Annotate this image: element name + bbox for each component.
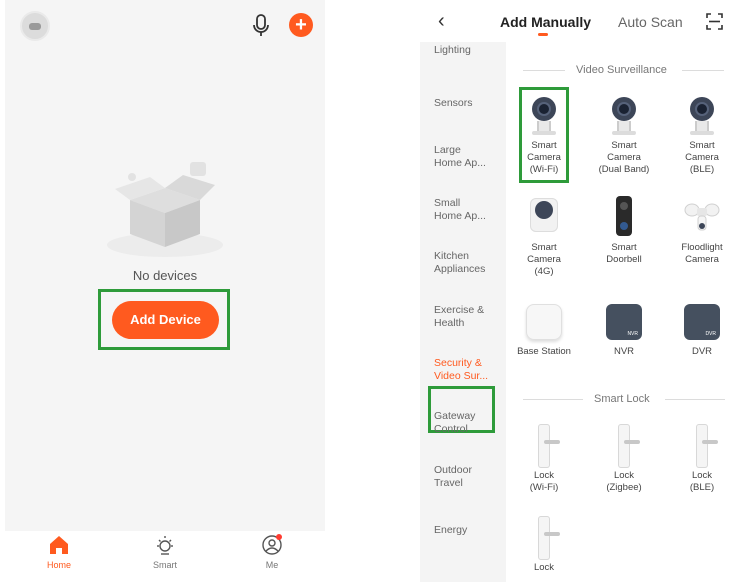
tab-smart[interactable]: Smart <box>135 534 195 570</box>
tab-home-label: Home <box>46 560 71 570</box>
lock-icon <box>602 424 646 468</box>
category-outdoor-travel[interactable]: Outdoor Travel <box>434 464 486 490</box>
divider <box>682 70 724 71</box>
empty-state-text: No devices <box>132 268 198 283</box>
tab-me[interactable]: Me <box>242 534 302 570</box>
home-icon <box>50 536 68 554</box>
category-exercise-health[interactable]: Exercise & Health <box>434 304 492 330</box>
device-label: Lock (Wi-Fi) <box>529 470 559 493</box>
empty-box-illustration <box>107 162 223 257</box>
device-smart-camera-4g[interactable]: Smart Camera (4G) <box>508 196 580 278</box>
active-tab-indicator <box>538 33 548 36</box>
device-lock[interactable]: Lock <box>508 516 580 574</box>
device-base-station[interactable]: Base Station <box>508 300 580 358</box>
dvr-badge: DVR <box>705 331 716 337</box>
tab-me-label: Me <box>265 560 279 570</box>
home-content: + No devices Add Device <box>5 0 325 531</box>
category-lighting[interactable]: Lighting <box>434 44 504 57</box>
category-small-home-appliances[interactable]: Small Home Ap... <box>434 197 490 223</box>
camera-icon <box>602 94 646 138</box>
divider <box>665 399 725 400</box>
sun-icon <box>157 536 173 555</box>
device-lock-ble[interactable]: Lock (BLE) <box>666 424 732 494</box>
divider <box>523 399 583 400</box>
device-label: Lock (Zigbee) <box>606 470 642 493</box>
nvr-icon: NVR <box>602 300 646 344</box>
device-label: DVR <box>691 346 713 357</box>
device-label: Smart Camera (4G) <box>527 242 561 277</box>
device-lock-zigbee[interactable]: Lock (Zigbee) <box>588 424 660 494</box>
device-smart-camera-dual-band[interactable]: Smart Camera (Dual Band) <box>588 94 660 176</box>
device-label: Lock <box>533 562 555 573</box>
device-nvr[interactable]: NVR NVR <box>588 300 660 358</box>
category-gateway-control[interactable]: Gateway Control <box>434 410 486 436</box>
lock-icon <box>522 424 566 468</box>
device-lock-wifi[interactable]: Lock (Wi-Fi) <box>508 424 580 494</box>
profile-icon <box>262 534 282 555</box>
device-label: Smart Camera (BLE) <box>685 140 719 175</box>
device-label: Smart Camera (Dual Band) <box>598 140 650 175</box>
divider <box>523 70 565 71</box>
device-smart-doorbell[interactable]: Smart Doorbell <box>588 196 660 266</box>
lock-icon <box>522 516 566 560</box>
back-icon[interactable]: ‹ <box>438 10 445 33</box>
section-title-video-surveillance: Video Surveillance <box>576 64 667 76</box>
doorbell-icon <box>602 196 646 240</box>
device-dvr[interactable]: DVR DVR <box>666 300 732 358</box>
add-device-button[interactable]: Add Device <box>112 301 219 339</box>
bottom-tab-bar: Home Smart Me <box>5 531 325 582</box>
microphone-icon[interactable] <box>252 14 270 38</box>
base-station-icon <box>522 300 566 344</box>
tab-add-manually[interactable]: Add Manually <box>500 14 591 30</box>
category-security-video[interactable]: Security & Video Sur... <box>434 357 492 383</box>
camera-icon <box>522 94 566 138</box>
device-label: Smart Camera (Wi-Fi) <box>527 140 561 175</box>
device-label: Base Station <box>517 346 571 357</box>
category-energy[interactable]: Energy <box>434 524 504 537</box>
device-floodlight-camera[interactable]: Floodlight Camera <box>666 196 732 266</box>
device-label: Floodlight Camera <box>681 242 723 265</box>
cube-camera-icon <box>522 196 566 240</box>
device-smart-camera-wifi[interactable]: Smart Camera (Wi-Fi) <box>508 94 580 176</box>
device-label: Lock (BLE) <box>689 470 715 493</box>
device-label: Smart Doorbell <box>606 242 642 265</box>
tab-auto-scan[interactable]: Auto Scan <box>618 14 683 30</box>
avatar[interactable] <box>20 11 50 41</box>
nvr-badge: NVR <box>627 331 638 337</box>
category-sensors[interactable]: Sensors <box>434 97 504 110</box>
dvr-icon: DVR <box>680 300 724 344</box>
camera-icon <box>680 94 724 138</box>
device-smart-camera-ble[interactable]: Smart Camera (BLE) <box>666 94 732 176</box>
tab-smart-label: Smart <box>152 560 177 570</box>
category-kitchen-appliances[interactable]: Kitchen Appliances <box>434 250 494 276</box>
add-icon[interactable]: + <box>289 13 313 37</box>
device-label: NVR <box>613 346 635 357</box>
home-screen: + No devices Add Device Home Smart Me <box>5 0 325 582</box>
tab-home[interactable]: Home <box>29 534 89 570</box>
add-device-screen: ‹ Add Manually Auto Scan Lighting Sensor… <box>420 0 732 582</box>
section-title-smart-lock: Smart Lock <box>594 393 650 405</box>
category-list: Lighting Sensors Large Home Ap... Small … <box>420 42 506 582</box>
lock-icon <box>680 424 724 468</box>
floodlight-icon <box>680 196 724 240</box>
scan-icon[interactable] <box>706 13 723 30</box>
category-large-home-appliances[interactable]: Large Home Ap... <box>434 144 490 170</box>
